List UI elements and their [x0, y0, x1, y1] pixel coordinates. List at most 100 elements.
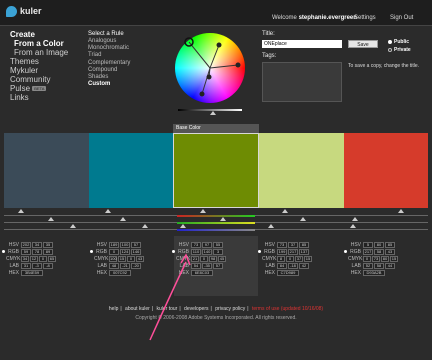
rgb-value[interactable]: 199 — [277, 248, 287, 255]
cmyk-value[interactable]: 8 — [277, 255, 285, 262]
rgb-value[interactable]: 78 — [32, 248, 42, 255]
slider-thumb[interactable] — [18, 209, 24, 213]
hex-value[interactable]: D93A2B — [363, 269, 385, 276]
lab-value[interactable]: 52 — [363, 262, 373, 269]
title-input[interactable]: ONEplace — [262, 40, 342, 48]
green-slider[interactable] — [177, 222, 255, 224]
cmyk-value[interactable]: 0 — [200, 255, 208, 262]
color-handle[interactable] — [216, 42, 222, 48]
cmyk-value[interactable]: 0 — [363, 255, 371, 262]
rgb-value[interactable]: 124 — [120, 248, 130, 255]
cmyk-value[interactable]: 15 — [390, 255, 398, 262]
rgb-value[interactable]: 3 — [213, 248, 223, 255]
slider-thumb[interactable] — [200, 209, 206, 213]
cmyk-value[interactable]: 15 — [304, 255, 312, 262]
rule-option[interactable]: Complementary — [88, 60, 152, 67]
lab-value[interactable]: 58 — [374, 262, 384, 269]
public-radio[interactable] — [388, 40, 392, 44]
nav-mykuler[interactable]: Mykuler — [10, 66, 82, 75]
hsv-value[interactable]: 202 — [21, 241, 31, 248]
hex-value[interactable]: 3B4E59 — [21, 269, 43, 276]
cmyk-value[interactable]: 80 — [381, 255, 389, 262]
slider-thumb[interactable] — [300, 217, 306, 221]
nav-create[interactable]: Create — [10, 30, 82, 39]
hsv-value[interactable]: 85 — [385, 241, 395, 248]
cmyk-value[interactable]: 0 — [127, 255, 135, 262]
lab-value[interactable]: -35 — [202, 262, 212, 269]
active-mode-indicator[interactable] — [172, 250, 175, 253]
hsv-value[interactable]: 73 — [277, 241, 287, 248]
hsv-value[interactable]: 55 — [213, 241, 223, 248]
hex-value[interactable]: C7D989 — [277, 269, 299, 276]
color-handle[interactable] — [235, 62, 241, 68]
swatch-4[interactable] — [259, 133, 344, 208]
hsv-value[interactable]: 57 — [131, 241, 141, 248]
active-mode-indicator[interactable] — [258, 250, 261, 253]
lab-value[interactable]: 42 — [299, 262, 309, 269]
slider-thumb[interactable] — [120, 217, 126, 221]
cmyk-value[interactable]: 21 — [191, 255, 199, 262]
rule-option[interactable]: Triad — [88, 52, 152, 59]
brightness-slider-thumb[interactable] — [210, 111, 216, 115]
lab-value[interactable]: -21 — [120, 262, 130, 269]
hsv-value[interactable]: 189 — [109, 241, 119, 248]
slider-thumb[interactable] — [48, 217, 54, 221]
slider-thumb[interactable] — [70, 224, 76, 228]
cmyk-value[interactable]: 0 — [286, 255, 294, 262]
cmyk-value[interactable]: 15 — [118, 255, 126, 262]
lab-value[interactable]: 48 — [109, 262, 119, 269]
lab-value[interactable]: -3 — [32, 262, 42, 269]
color-handle[interactable] — [199, 91, 205, 97]
rgb-value[interactable]: 140 — [202, 248, 212, 255]
slider-thumb[interactable] — [398, 209, 404, 213]
hsv-value[interactable]: 34 — [32, 241, 42, 248]
hsv-value[interactable]: 35 — [43, 241, 53, 248]
private-radio[interactable] — [388, 48, 392, 52]
cmyk-value[interactable]: 65 — [48, 255, 56, 262]
save-button[interactable]: Save — [348, 40, 378, 48]
wheel-handles[interactable] — [175, 33, 245, 103]
nav-links[interactable]: Links — [10, 93, 82, 102]
color-handle[interactable] — [206, 74, 212, 80]
rgb-value[interactable]: 43 — [385, 248, 395, 255]
lab-value[interactable]: 31 — [21, 262, 31, 269]
rule-option-selected[interactable]: Custom — [88, 81, 152, 88]
footer-terms[interactable]: terms of use (updated 10/16/08) — [252, 306, 323, 312]
cmyk-value[interactable]: 100 — [109, 255, 117, 262]
nav-from-image[interactable]: From an Image — [10, 48, 82, 57]
rule-option[interactable]: Shades — [88, 74, 152, 81]
lab-value[interactable]: 44 — [385, 262, 395, 269]
slider-thumb[interactable] — [180, 224, 186, 228]
blue-slider[interactable] — [177, 229, 255, 231]
rule-option[interactable]: Analogous — [88, 38, 152, 45]
rgb-value[interactable]: 0 — [109, 248, 119, 255]
slider-thumb[interactable] — [282, 209, 288, 213]
lab-value[interactable]: 57 — [213, 262, 223, 269]
nav-pulse[interactable]: Pulse BETA — [10, 84, 82, 93]
rgb-value[interactable]: 89 — [43, 248, 53, 255]
slider-thumb[interactable] — [105, 209, 111, 213]
hsv-value[interactable]: 5 — [363, 241, 373, 248]
hsv-value[interactable]: 73 — [191, 241, 201, 248]
active-mode-indicator[interactable] — [2, 250, 5, 253]
cmyk-value[interactable]: 34 — [21, 255, 29, 262]
active-mode-indicator[interactable] — [344, 250, 347, 253]
nav-community[interactable]: Community — [10, 75, 82, 84]
footer-developers[interactable]: developers — [184, 306, 208, 312]
red-slider[interactable] — [177, 215, 255, 217]
footer-about[interactable]: about kuler — [125, 306, 150, 312]
rgb-value[interactable]: 110 — [191, 248, 201, 255]
hsv-value[interactable]: 100 — [120, 241, 130, 248]
rgb-value[interactable]: 58 — [374, 248, 384, 255]
cmyk-value[interactable]: 12 — [30, 255, 38, 262]
swatch-2[interactable] — [89, 133, 173, 208]
nav-from-color[interactable]: From a Color — [10, 39, 82, 48]
swatch-1[interactable] — [4, 133, 89, 208]
slider-thumb[interactable] — [350, 224, 356, 228]
sign-out-link[interactable]: Sign Out — [390, 15, 413, 22]
rgb-value[interactable]: 146 — [131, 248, 141, 255]
rule-option[interactable]: Monochromatic — [88, 45, 152, 52]
rgb-value[interactable]: 137 — [299, 248, 309, 255]
cmyk-value[interactable]: 45 — [218, 255, 226, 262]
username[interactable]: stephanie.evergreen — [299, 15, 357, 21]
